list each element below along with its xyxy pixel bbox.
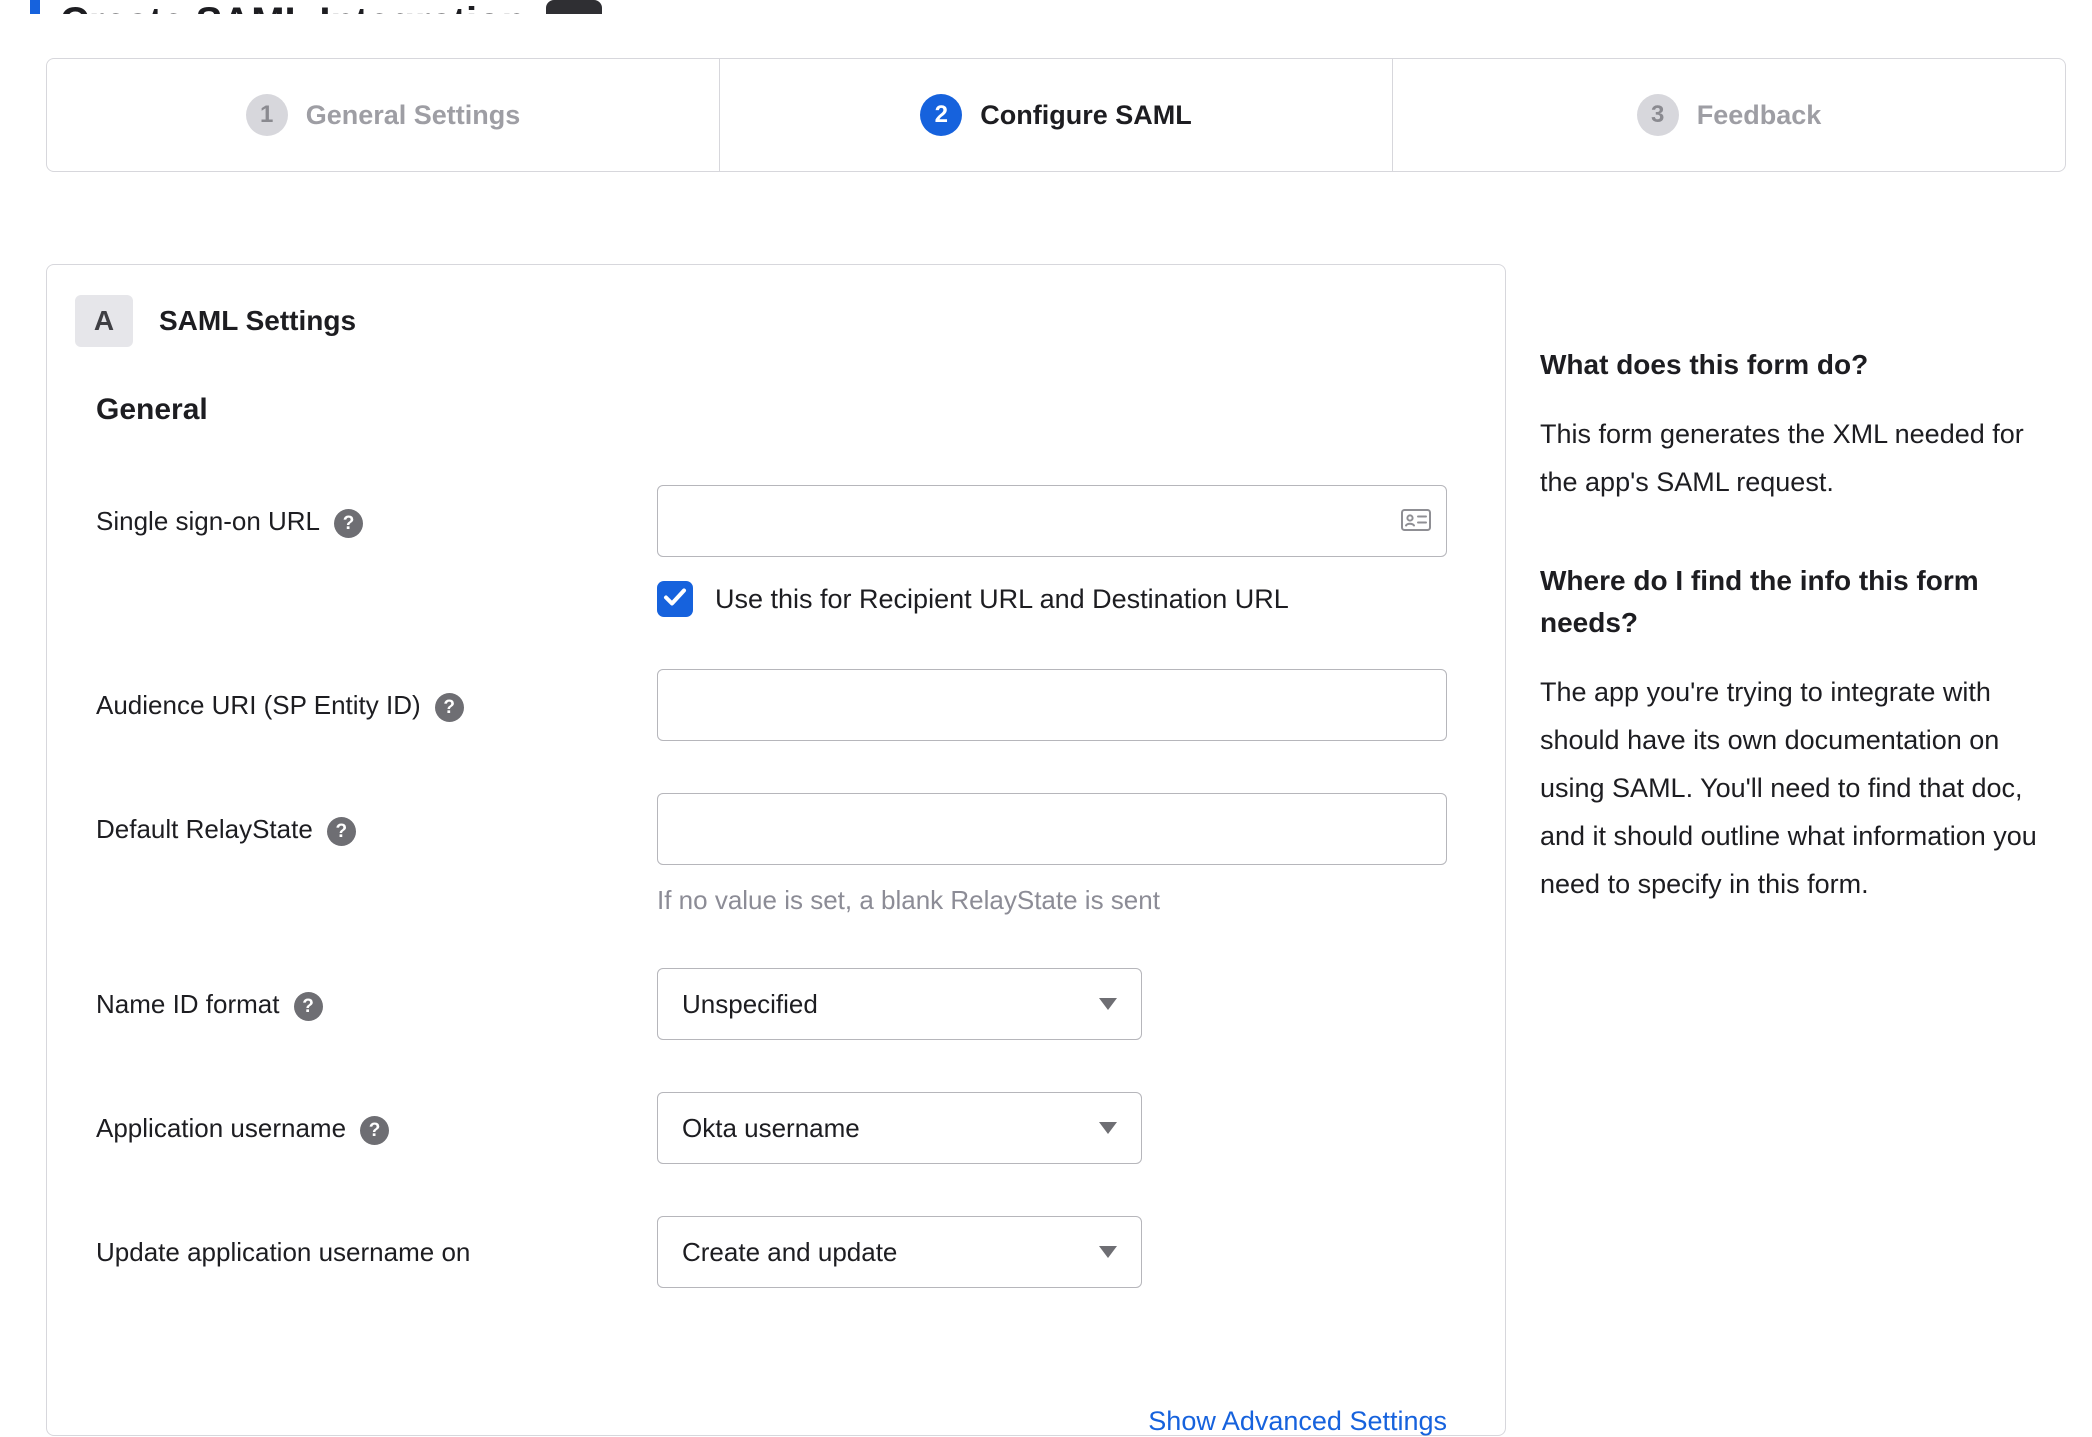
help-icon[interactable]: ? — [293, 991, 323, 1021]
title-accent-bar — [30, 0, 40, 14]
form-row-sso-url: Single sign-on URL? Use this for Recipie… — [96, 485, 1475, 617]
name-id-format-select[interactable]: Unspecified — [657, 968, 1142, 1040]
relay-state-input-wrap — [657, 793, 1447, 865]
audience-uri-control — [657, 669, 1475, 741]
app-username-value: Okta username — [682, 1112, 860, 1143]
step-feedback[interactable]: 3 Feedback — [1392, 59, 2065, 171]
form-row-app-username: Application username? Okta username — [96, 1092, 1475, 1164]
sso-url-input[interactable] — [657, 485, 1447, 557]
recipient-url-checkbox-row: Use this for Recipient URL and Destinati… — [657, 581, 1475, 617]
relay-state-hint: If no value is set, a blank RelayState i… — [657, 885, 1160, 915]
sso-url-control: Use this for Recipient URL and Destinati… — [657, 485, 1475, 617]
page-title: Create SAML Integration — [60, 0, 526, 14]
name-id-format-label-text: Name ID format — [96, 989, 280, 1019]
panel-header: A SAML Settings — [47, 265, 1505, 347]
sso-url-label: Single sign-on URL? — [96, 485, 657, 617]
contact-card-icon — [1401, 507, 1431, 538]
app-username-control: Okta username — [657, 1092, 1475, 1164]
help-icon[interactable]: ? — [434, 692, 464, 722]
update-username-label-text: Update application username on — [96, 1237, 471, 1267]
name-id-format-control: Unspecified — [657, 968, 1475, 1040]
general-heading: General — [96, 393, 208, 426]
step-number: 3 — [1636, 94, 1679, 136]
relay-state-label: Default RelayState? — [96, 793, 657, 916]
form-row-name-id-format: Name ID format? Unspecified — [96, 968, 1475, 1040]
help-icon[interactable]: ? — [360, 1115, 390, 1145]
content-area: A SAML Settings General Single sign-on U… — [46, 264, 2066, 1436]
update-username-select[interactable]: Create and update — [657, 1216, 1142, 1288]
header-badge-icon — [546, 0, 602, 14]
sso-url-input-wrap — [657, 485, 1447, 557]
sidebar-text-where: The app you're trying to integrate with … — [1540, 677, 2037, 899]
step-general-settings[interactable]: 1 General Settings — [47, 59, 719, 171]
step-configure-saml[interactable]: 2 Configure SAML — [719, 59, 1392, 171]
step-number: 1 — [245, 94, 288, 136]
update-username-label: Update application username on — [96, 1216, 657, 1288]
wizard-stepper: 1 General Settings 2 Configure SAML 3 Fe… — [46, 58, 2066, 172]
advanced-spacer — [96, 1340, 657, 1437]
step-label: Configure SAML — [980, 99, 1192, 130]
help-icon[interactable]: ? — [326, 816, 356, 846]
chevron-down-icon — [1099, 1246, 1117, 1258]
update-username-value: Create and update — [682, 1236, 898, 1267]
check-icon — [663, 587, 687, 612]
audience-uri-label: Audience URI (SP Entity ID)? — [96, 669, 657, 741]
sidebar-heading-what: What does this form do? — [1540, 349, 1869, 380]
help-sidebar: What does this form do? This form genera… — [1540, 264, 2066, 962]
step-number: 2 — [920, 94, 963, 136]
relay-state-label-text: Default RelayState — [96, 814, 313, 844]
app-username-label-text: Application username — [96, 1113, 347, 1143]
sidebar-text-what: This form generates the XML needed for t… — [1540, 419, 2024, 497]
page-header-clipped: Create SAML Integration — [30, 0, 2092, 14]
chevron-down-icon — [1099, 998, 1117, 1010]
saml-form: Single sign-on URL? Use this for Recipie… — [96, 485, 1475, 1437]
show-advanced-settings-link[interactable]: Show Advanced Settings — [1148, 1406, 1447, 1436]
step-label: General Settings — [305, 99, 521, 130]
form-row-relay-state: Default RelayState? If no value is set, … — [96, 793, 1475, 916]
panel-body: General Single sign-on URL? Use this for… — [47, 393, 1505, 1437]
relay-state-input[interactable] — [657, 793, 1447, 865]
recipient-url-checkbox[interactable] — [657, 581, 693, 617]
sso-url-label-text: Single sign-on URL — [96, 506, 321, 536]
audience-uri-input-wrap — [657, 669, 1447, 741]
advanced-row: Show Advanced Settings — [657, 1406, 1447, 1437]
sidebar-heading-where: Where do I find the info this form needs… — [1540, 565, 1979, 638]
form-row-advanced: Show Advanced Settings — [96, 1340, 1475, 1437]
step-label: Feedback — [1696, 99, 1822, 130]
form-row-audience-uri: Audience URI (SP Entity ID)? — [96, 669, 1475, 741]
section-a-badge: A — [75, 295, 133, 347]
chevron-down-icon — [1099, 1122, 1117, 1134]
update-username-control: Create and update — [657, 1216, 1475, 1288]
saml-settings-panel: A SAML Settings General Single sign-on U… — [46, 264, 1506, 1436]
advanced-control: Show Advanced Settings — [657, 1340, 1475, 1437]
audience-uri-label-text: Audience URI (SP Entity ID) — [96, 690, 421, 720]
panel-title: SAML Settings — [159, 305, 357, 336]
app-username-select[interactable]: Okta username — [657, 1092, 1142, 1164]
recipient-url-checkbox-label: Use this for Recipient URL and Destinati… — [715, 583, 1289, 614]
form-row-update-username: Update application username on Create an… — [96, 1216, 1475, 1288]
name-id-format-value: Unspecified — [682, 988, 818, 1019]
audience-uri-input[interactable] — [657, 669, 1447, 741]
help-icon[interactable]: ? — [334, 508, 364, 538]
name-id-format-label: Name ID format? — [96, 968, 657, 1040]
relay-state-control: If no value is set, a blank RelayState i… — [657, 793, 1475, 916]
app-username-label: Application username? — [96, 1092, 657, 1164]
